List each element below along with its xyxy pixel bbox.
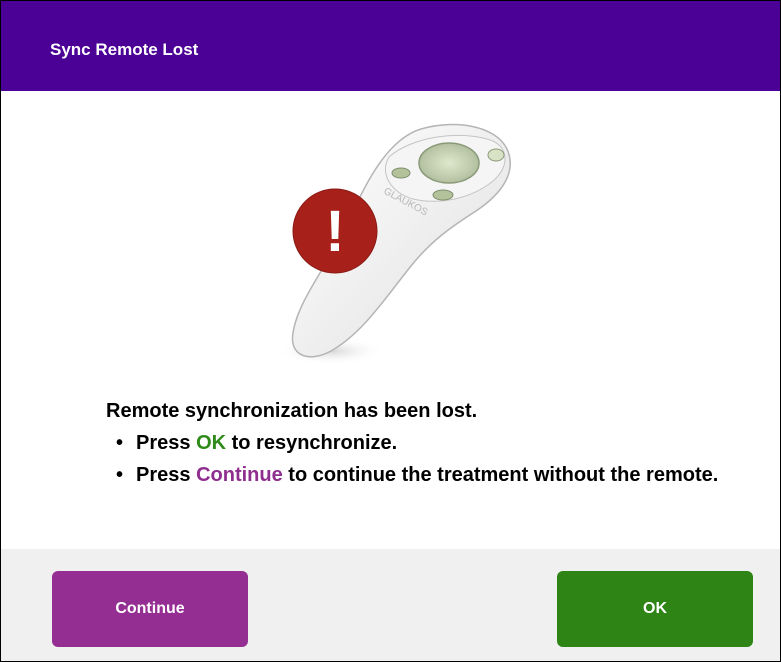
remote-illustration: GLAUKOS ! (276, 123, 511, 365)
remote-center-pad-icon (418, 142, 480, 184)
instruction-list: • Press OK to resynchronize. • Press Con… (106, 429, 766, 489)
instruction-item-continue: • Press Continue to continue the treatme… (106, 461, 766, 489)
remote-right-button-icon (487, 148, 505, 162)
instruction-keyword-continue: Continue (196, 464, 283, 486)
dialog-title: Sync Remote Lost (50, 40, 199, 59)
dialog-footer: Continue OK (1, 549, 780, 661)
ok-button[interactable]: OK (557, 571, 753, 647)
instruction-keyword-ok: OK (196, 432, 227, 454)
remote-bottom-button-icon (432, 189, 454, 201)
instruction-item-ok: • Press OK to resynchronize. (106, 429, 766, 457)
bullet-icon: • (116, 464, 124, 486)
dialog-titlebar: Sync Remote Lost (1, 1, 780, 91)
instruction-prefix: Press (136, 464, 191, 486)
message-heading: Remote synchronization has been lost. (106, 400, 478, 422)
instruction-prefix: Press (136, 432, 191, 454)
bullet-icon: • (116, 432, 124, 454)
sync-remote-lost-dialog: Sync Remote Lost GLAUKOS ! Remote synchr… (0, 0, 781, 662)
continue-button[interactable]: Continue (52, 571, 248, 647)
message-block: Remote synchronization has been lost. • … (106, 397, 766, 493)
alert-exclamation: ! (325, 199, 344, 264)
instruction-suffix: to continue the treatment without the re… (288, 464, 719, 486)
instruction-suffix: to resynchronize. (231, 432, 398, 454)
dialog-content: GLAUKOS ! Remote synchronization has bee… (1, 91, 780, 549)
remote-left-button-icon (391, 167, 411, 179)
